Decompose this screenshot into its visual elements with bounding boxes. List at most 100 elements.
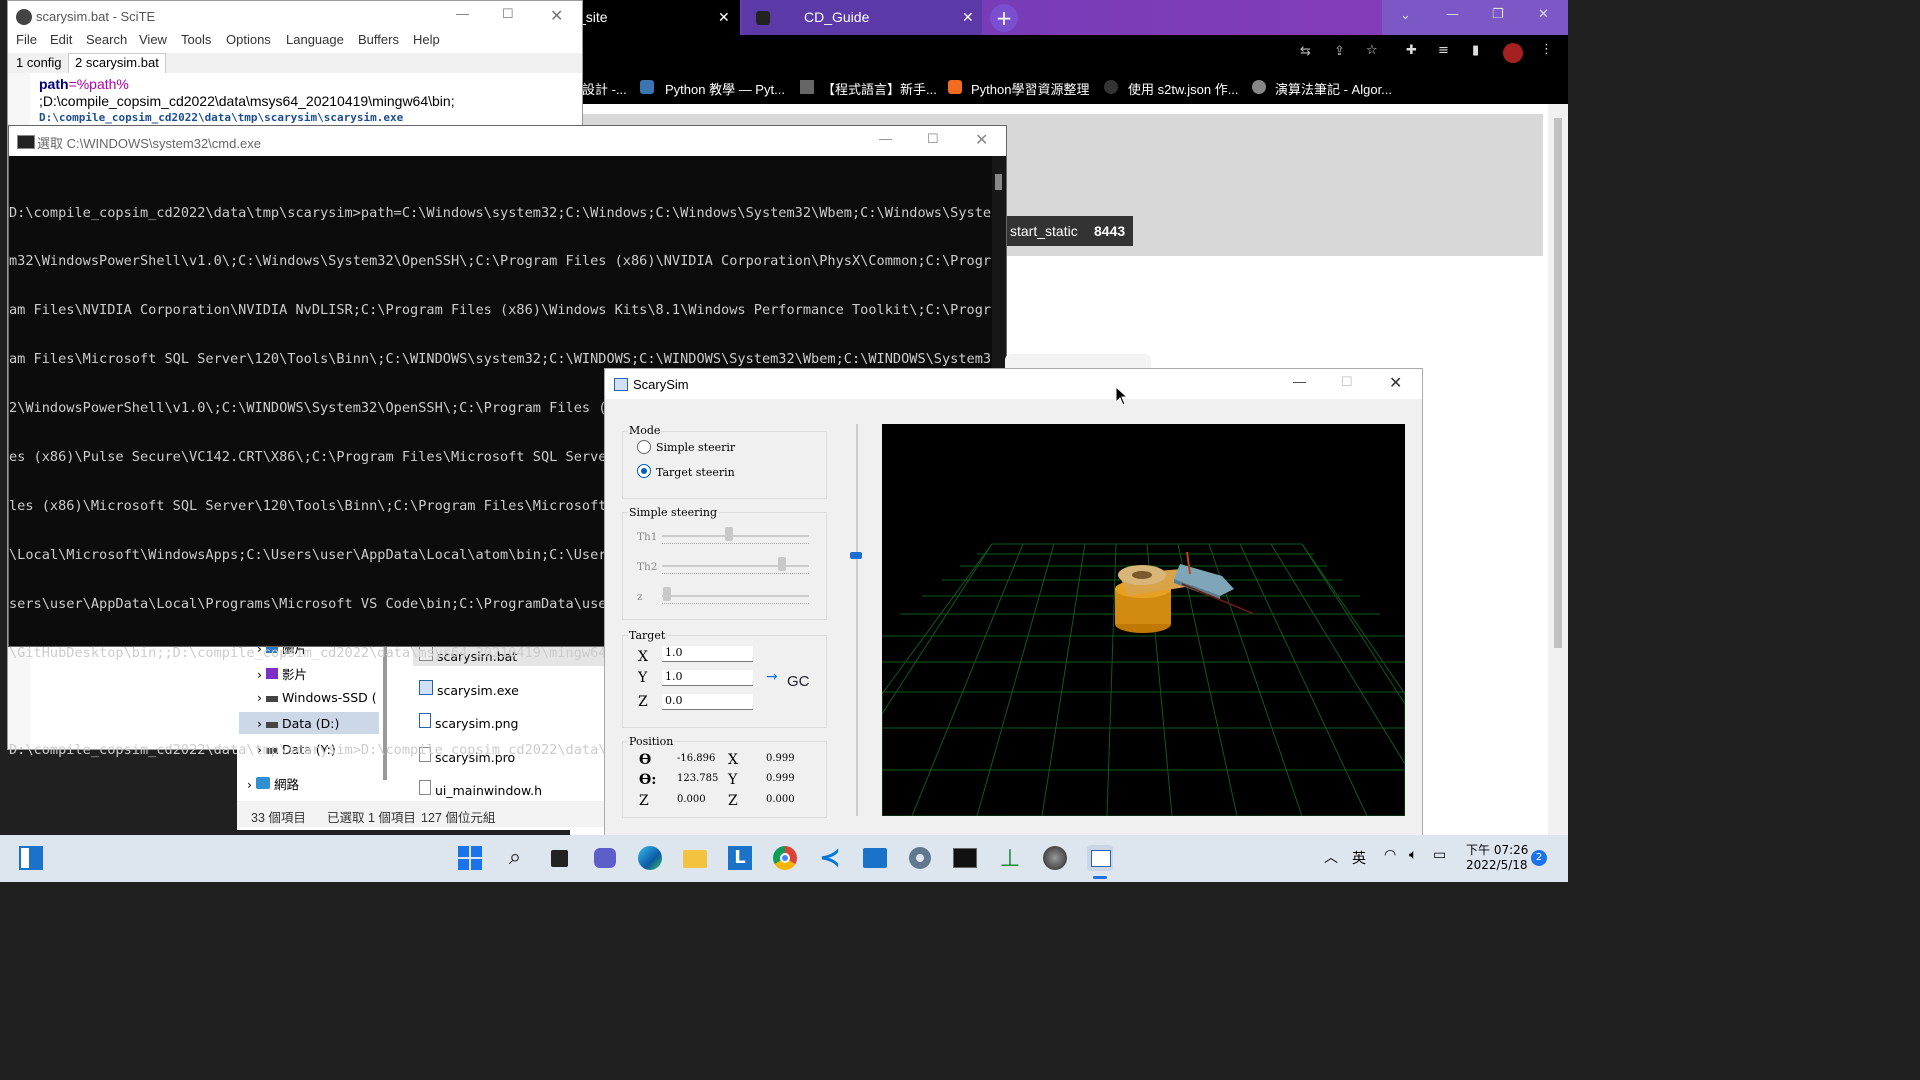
slider-th2-handle[interactable] xyxy=(778,557,786,571)
start-button[interactable] xyxy=(457,845,483,871)
3d-viewport[interactable] xyxy=(881,424,1406,817)
avatar[interactable] xyxy=(1503,43,1523,63)
coppeliasim-icon[interactable]: ⊥ xyxy=(997,845,1023,871)
menu-language[interactable]: Language xyxy=(286,32,344,47)
scarysim-taskbar-icon[interactable] xyxy=(1087,845,1113,871)
menu-edit[interactable]: Edit xyxy=(50,32,72,47)
maximize-icon[interactable]: ☐ xyxy=(502,6,514,22)
side-panel-icon[interactable]: ▮ xyxy=(1472,43,1479,58)
radio-dot xyxy=(641,468,647,474)
close-icon[interactable]: ✕ xyxy=(962,0,974,35)
search-icon[interactable]: ⌕ xyxy=(502,845,528,871)
ime-indicator[interactable]: 英 xyxy=(1352,848,1366,868)
notification-badge[interactable]: 2 xyxy=(1531,850,1547,866)
page-tag[interactable]: 8443 xyxy=(1086,216,1134,246)
battery-icon[interactable]: ▭ xyxy=(1433,847,1446,863)
app-icon xyxy=(614,378,628,391)
chrome-window-controls: ⌄ — ❐ ✕ xyxy=(1382,0,1568,35)
target-y-input[interactable]: 1.0 xyxy=(662,670,753,686)
menu-tools[interactable]: Tools xyxy=(181,32,211,47)
task-view-icon[interactable] xyxy=(547,845,573,871)
slider-th2-track[interactable] xyxy=(662,565,809,567)
minimize-icon[interactable]: — xyxy=(456,6,469,21)
chat-icon[interactable] xyxy=(592,845,618,871)
minimize-icon[interactable]: — xyxy=(1293,374,1306,389)
chrome-tab-cd-guide[interactable]: CD_Guide ✕ xyxy=(742,0,982,35)
bookmark-item[interactable]: Python學習資源整理 xyxy=(971,79,1089,98)
chevron-down-icon[interactable]: ⌄ xyxy=(1400,8,1411,23)
settings-icon[interactable] xyxy=(907,845,933,871)
scite-menubar: File Edit Search View Tools Options Lang… xyxy=(8,32,582,53)
bookmark-item[interactable]: Python 教學 — Pyt... xyxy=(665,79,785,98)
star-icon[interactable]: ☆ xyxy=(1366,43,1378,58)
more-icon[interactable]: ⋮ xyxy=(1540,42,1553,57)
new-tab-button[interactable]: + xyxy=(990,4,1018,32)
share-icon[interactable]: ⇪ xyxy=(1334,44,1345,59)
vertical-slider-track[interactable] xyxy=(856,424,858,816)
remote-desktop-icon[interactable] xyxy=(862,845,888,871)
clock-time[interactable]: 下午 07:26 xyxy=(1466,841,1528,858)
file-explorer-icon[interactable] xyxy=(682,845,708,871)
slider-ticks xyxy=(662,543,809,547)
terminal-icon[interactable] xyxy=(952,845,978,871)
slider-th1-handle[interactable] xyxy=(725,527,733,541)
menu-help[interactable]: Help xyxy=(413,32,440,47)
scite-icon[interactable] xyxy=(1042,845,1068,871)
chrome-tab-bar: _site ✕ CD_Guide ✕ + ⌄ — ❐ ✕ xyxy=(570,0,1568,35)
close-icon[interactable]: ✕ xyxy=(1389,373,1402,393)
menu-buffers[interactable]: Buffers xyxy=(358,32,399,47)
field-label: Z xyxy=(639,793,649,809)
slider-z-track[interactable] xyxy=(662,595,809,597)
slider-th1-track[interactable] xyxy=(662,535,809,537)
page-tag[interactable]: start_static xyxy=(1002,216,1086,246)
status-selected: 已選取 1 個項目 xyxy=(327,811,416,825)
volume-icon[interactable]: 🔈︎ xyxy=(1409,847,1417,863)
maximize-icon[interactable]: ☐ xyxy=(927,131,939,147)
menu-view[interactable]: View xyxy=(139,32,167,47)
bookmark-item[interactable]: 設計 -... xyxy=(582,79,627,98)
restore-icon[interactable]: ❐ xyxy=(1492,7,1504,22)
close-icon[interactable]: ✕ xyxy=(550,6,563,26)
radio-label: Simple steerir xyxy=(656,441,736,454)
edge-icon[interactable] xyxy=(637,845,663,871)
target-x-input[interactable]: 1.0 xyxy=(662,646,753,662)
close-icon[interactable]: ✕ xyxy=(975,130,988,150)
desktop-widget-icon[interactable] xyxy=(19,846,43,870)
field-label: ϴ: xyxy=(639,772,657,788)
wifi-icon[interactable]: ◠ xyxy=(1384,847,1396,863)
menu-options[interactable]: Options xyxy=(226,32,271,47)
menu-search[interactable]: Search xyxy=(86,32,127,47)
chrome-icon[interactable] xyxy=(772,845,798,871)
vertical-slider-handle[interactable] xyxy=(850,552,862,559)
extensions-icon[interactable]: ✚ xyxy=(1406,43,1417,58)
bookmark-item[interactable]: 使用 s2tw.json 作... xyxy=(1128,79,1239,98)
radio-simple-steering[interactable] xyxy=(637,440,651,454)
vscode-icon[interactable]: ≺ xyxy=(817,845,843,871)
clock-date[interactable]: 2022/5/18 xyxy=(1466,858,1528,872)
status-size: 127 個位元組 xyxy=(421,811,496,825)
l-app-icon[interactable]: L xyxy=(727,845,753,871)
bookmark-item[interactable]: 【程式語言】新手... xyxy=(822,79,937,98)
minimize-icon[interactable]: — xyxy=(1446,7,1459,22)
page-scrollbar[interactable] xyxy=(1548,104,1568,835)
bookmark-item[interactable]: 演算法筆記 - Algor... xyxy=(1275,79,1392,98)
radio-target-steering[interactable] xyxy=(637,464,651,478)
media-icon[interactable]: ≡ xyxy=(1438,43,1449,58)
chrome-tab-site[interactable]: _site ✕ xyxy=(570,0,740,35)
translate-icon[interactable]: ⇆ xyxy=(1300,44,1311,59)
scrollbar-thumb[interactable] xyxy=(995,174,1002,190)
menu-file[interactable]: File xyxy=(16,32,37,47)
scrollbar-thumb[interactable] xyxy=(1554,118,1562,648)
chevron-up-icon[interactable]: ︿ xyxy=(1324,847,1338,867)
close-icon[interactable]: ✕ xyxy=(718,0,730,35)
bookmark-icon xyxy=(800,80,814,94)
close-icon[interactable]: ✕ xyxy=(1538,7,1549,22)
buffer-tab[interactable]: 1 config xyxy=(16,55,62,70)
maximize-icon[interactable]: ☐ xyxy=(1341,374,1353,390)
go-button[interactable]: GC xyxy=(787,673,810,690)
field-label: Z xyxy=(638,694,648,710)
minimize-icon[interactable]: — xyxy=(879,131,892,146)
slider-z-handle[interactable] xyxy=(663,587,671,601)
target-z-input[interactable]: 0.0 xyxy=(662,694,753,710)
bookmark-icon xyxy=(1252,80,1266,94)
